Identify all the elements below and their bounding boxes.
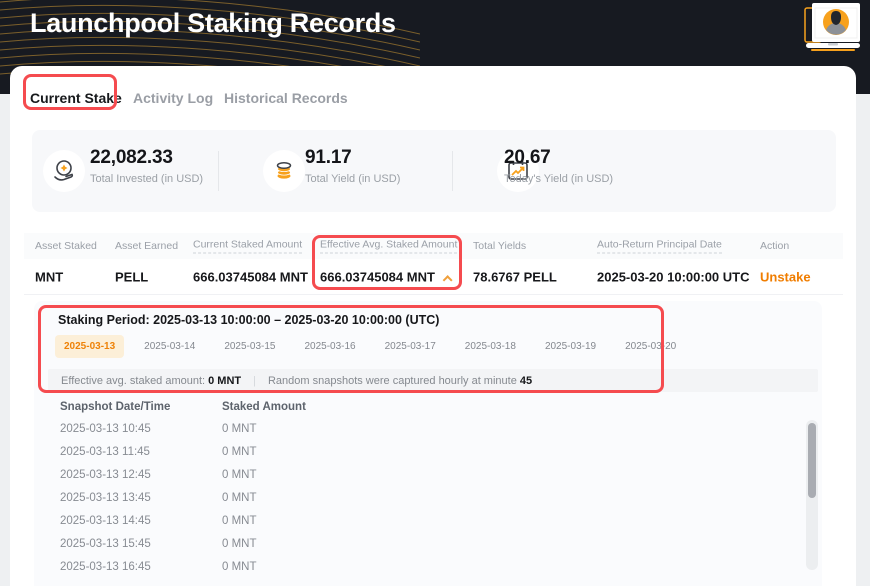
effective-avg-label: Effective avg. staked amount: <box>61 374 206 387</box>
date-pill[interactable]: 2025-03-20 <box>616 335 685 358</box>
info-divider: | <box>253 374 256 387</box>
col-asset-earned: Asset Earned <box>115 240 179 252</box>
snapshot-time: 2025-03-13 15:45 <box>60 538 151 550</box>
stat-value: 22,082.33 <box>90 147 173 168</box>
snapshot-amount: 0 MNT <box>222 423 257 435</box>
snapshot-minute: 45 <box>519 374 533 387</box>
chevron-up-icon[interactable] <box>442 274 453 285</box>
laptop-avatar-icon <box>804 3 860 51</box>
snapshot-time: 2025-03-13 16:45 <box>60 561 151 573</box>
cell-asset-staked: MNT <box>35 269 64 284</box>
snapshot-col-amount: Staked Amount <box>222 401 306 413</box>
cell-auto-return-date: 2025-03-20 10:00:00 UTC <box>597 269 750 284</box>
snapshot-amount: 0 MNT <box>222 538 257 550</box>
stat-total-invested: 22,082.33 Total Invested (in USD) <box>90 147 203 185</box>
table-row: MNT PELL 666.03745084 MNT 666.03745084 M… <box>24 259 843 295</box>
col-auto-return-date[interactable]: Auto-Return Principal Date <box>597 239 722 254</box>
page: Launchpool Staking Records Current Stake… <box>0 0 870 586</box>
snapshot-amount: 0 MNT <box>222 446 257 458</box>
effective-avg-value: 666.03745084 MNT <box>320 269 435 284</box>
table-header-row: Asset Staked Asset Earned Current Staked… <box>24 233 843 259</box>
stat-label: Total Invested (in USD) <box>90 173 204 185</box>
stat-todays-yield: 20.67 Today's Yield (in USD) <box>504 147 613 185</box>
stat-label: Today's Yield (in USD) <box>504 173 614 185</box>
snapshot-time: 2025-03-13 14:45 <box>60 515 151 527</box>
cell-effective-avg[interactable]: 666.03745084 MNT <box>320 269 453 285</box>
page-title: Launchpool Staking Records <box>30 8 396 38</box>
cell-total-yields: 78.6767 PELL <box>473 269 557 284</box>
cell-current-staked-amount: 666.03745084 MNT <box>193 269 308 284</box>
snapshot-amount: 0 MNT <box>222 515 257 527</box>
records-card: Current Stake Activity Log Historical Re… <box>10 66 856 586</box>
date-pill-selected[interactable]: 2025-03-13 <box>55 335 125 358</box>
date-pill[interactable]: 2025-03-18 <box>456 335 525 358</box>
snapshot-time: 2025-03-13 12:45 <box>60 469 151 481</box>
snapshot-time: 2025-03-13 13:45 <box>60 492 151 504</box>
date-pill[interactable]: 2025-03-19 <box>536 335 605 358</box>
cell-asset-earned: PELL <box>115 269 149 284</box>
stat-divider <box>452 151 453 191</box>
stats-panel: 22,082.33 Total Invested (in USD) 91.17 … <box>32 130 836 212</box>
date-pill[interactable]: 2025-03-15 <box>215 335 284 358</box>
unstake-button[interactable]: Unstake <box>760 269 811 284</box>
date-pill[interactable]: 2025-03-14 <box>135 335 204 358</box>
snapshot-amount: 0 MNT <box>222 469 257 481</box>
snapshot-col-datetime: Snapshot Date/Time <box>60 401 171 413</box>
stat-value: 91.17 <box>305 147 352 168</box>
col-action: Action <box>760 240 790 252</box>
date-pills: 2025-03-13 2025-03-14 2025-03-15 2025-03… <box>55 335 685 358</box>
snapshot-panel: Staking Period: 2025-03-13 10:00:00 – 20… <box>34 301 822 586</box>
stat-label: Total Yield (in USD) <box>305 173 401 185</box>
snapshot-time: 2025-03-13 11:45 <box>60 446 150 458</box>
snapshot-amount: 0 MNT <box>222 561 257 573</box>
snapshot-time: 2025-03-13 10:45 <box>60 423 151 435</box>
tab-current-stake[interactable]: Current Stake <box>30 90 122 106</box>
col-effective-avg-staked-amount[interactable]: Effective Avg. Staked Amount <box>320 239 458 254</box>
snapshot-scrollbar-thumb[interactable] <box>808 423 816 498</box>
date-pill[interactable]: 2025-03-16 <box>295 335 364 358</box>
stat-divider <box>218 151 219 191</box>
tab-historical-records[interactable]: Historical Records <box>224 90 348 106</box>
col-total-yields: Total Yields <box>473 240 527 252</box>
col-current-staked-amount[interactable]: Current Staked Amount <box>193 239 303 254</box>
stat-value: 20.67 <box>504 147 551 168</box>
snapshot-note: Random snapshots were captured hourly at… <box>267 374 517 387</box>
hand-coin-icon <box>43 150 85 192</box>
col-asset-staked: Asset Staked <box>35 240 97 252</box>
effective-avg-amount: 0 MNT <box>208 374 242 387</box>
coin-stack-icon <box>263 150 305 192</box>
tab-activity-log[interactable]: Activity Log <box>133 90 213 106</box>
snapshot-amount: 0 MNT <box>222 492 257 504</box>
staking-period-label: Staking Period: 2025-03-13 10:00:00 – 20… <box>58 313 440 327</box>
stat-total-yield: 91.17 Total Yield (in USD) <box>305 147 400 185</box>
effective-avg-info-bar: Effective avg. staked amount: 0 MNT | Ra… <box>48 369 818 392</box>
date-pill[interactable]: 2025-03-17 <box>376 335 445 358</box>
snapshot-scrollbar-track[interactable] <box>806 420 818 570</box>
